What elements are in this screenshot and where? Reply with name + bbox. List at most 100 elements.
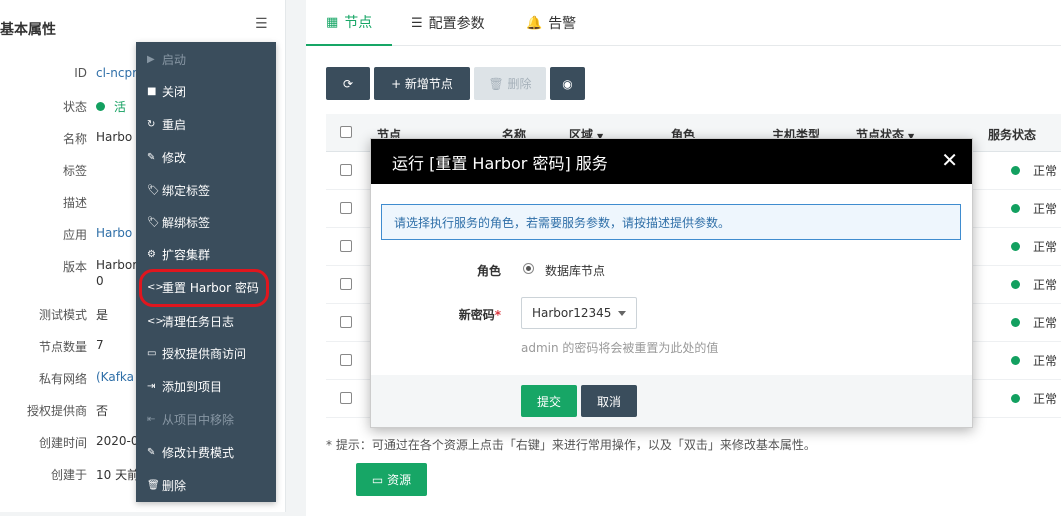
prop-label: 版本	[62, 260, 87, 274]
prop-label: 名称	[62, 132, 87, 146]
role-radio-label[interactable]: 数据库节点	[545, 262, 605, 279]
sign-out-icon: ⇤	[147, 413, 156, 425]
row-checkbox[interactable]	[340, 202, 352, 214]
service-status: 正常	[1011, 162, 1057, 179]
prop-row-status: 状态 活	[0, 98, 135, 118]
menu-item-add-to-project[interactable]: ⇥ 添加到项目	[136, 371, 276, 401]
delete-button[interactable]: 🗑 删除	[474, 67, 546, 100]
prop-value-created-time: 2020-0	[96, 434, 136, 448]
row-checkbox[interactable]	[340, 354, 352, 366]
eye-icon: ◉	[562, 76, 573, 91]
prop-label: 创建于	[50, 468, 87, 482]
select-all-checkbox[interactable]	[340, 126, 352, 138]
new-password-value: Harbor12345	[532, 306, 612, 320]
tab-bar: ▦ 节点 ☰ 配置参数 🔔 告警	[306, 0, 1061, 46]
hint-text: * 提示：可通过在各个资源上点击「右键」来进行常用操作，以及「双击」来修改基本属…	[326, 438, 816, 452]
prop-value-id[interactable]: cl-ncpr	[96, 66, 136, 80]
prop-label: 私有网络	[38, 372, 87, 386]
modal-footer: 提交 取消	[371, 375, 972, 427]
refresh-icon: ⟳	[342, 76, 354, 91]
prop-value-auth-provider: 否	[96, 404, 109, 418]
row-checkbox[interactable]	[340, 278, 352, 290]
tab-label: 节点	[344, 15, 373, 31]
submit-button[interactable]: 提交	[521, 385, 577, 417]
prop-value-version: Harbor	[96, 258, 136, 272]
tag-icon: 🏷	[147, 216, 160, 228]
menu-item-modify[interactable]: ✎ 修改	[136, 142, 276, 172]
menu-item-start[interactable]: ▶ 启动	[136, 44, 276, 74]
prop-label: 授权提供商	[26, 404, 87, 418]
stop-icon: ■	[147, 85, 157, 97]
bell-icon: 🔔	[526, 15, 543, 31]
status-dot-icon	[1011, 318, 1020, 327]
prop-value-vpc[interactable]: (Kafka	[96, 370, 136, 384]
resource-button[interactable]: ▭ 资源	[356, 463, 427, 496]
menu-item-stop[interactable]: ■ 关闭	[136, 76, 276, 106]
monitor-icon: ▭	[147, 347, 157, 359]
role-radio[interactable]	[523, 263, 534, 274]
eye-button[interactable]: ◉	[550, 67, 585, 100]
col-service-status: 服务状态	[988, 128, 1037, 142]
prop-row-name: 名称 Harbo	[0, 130, 135, 150]
row-checkbox[interactable]	[340, 316, 352, 328]
pencil-icon: ✎	[147, 446, 156, 458]
menu-item-delete[interactable]: 🗑 删除	[136, 470, 276, 500]
role-label: 角色	[476, 264, 501, 278]
sign-in-icon: ⇥	[147, 380, 156, 392]
menu-item-bind-tag[interactable]: 🏷 绑定标签	[136, 175, 276, 205]
menu-item-clear-task-logs[interactable]: <> 清理任务日志	[136, 306, 276, 336]
service-status: 正常	[1011, 390, 1057, 407]
prop-value-app[interactable]: Harbo	[96, 226, 136, 240]
menu-item-scale-cluster[interactable]: ⚙ 扩容集群	[136, 239, 276, 269]
modal-header: 运行 [重置 Harbor 密码] 服务 ✕	[371, 139, 972, 184]
row-checkbox[interactable]	[340, 164, 352, 176]
panel-title: 基本属性	[0, 22, 56, 38]
menu-item-unbind-tag[interactable]: 🏷 解绑标签	[136, 207, 276, 237]
prop-row-version: 版本 Harbor 0	[0, 258, 136, 292]
prop-label: 描述	[62, 196, 87, 210]
service-status: 正常	[1011, 276, 1057, 293]
menu-item-restart[interactable]: ↻ 重启	[136, 109, 276, 139]
menu-item-modify-billing[interactable]: ✎ 修改计费模式	[136, 437, 276, 467]
tab-config-params[interactable]: ☰ 配置参数	[411, 0, 485, 46]
prop-label: 应用	[62, 228, 87, 242]
prop-row-app: 应用 Harbo	[0, 226, 135, 246]
add-node-button[interactable]: + 新增节点	[374, 67, 470, 100]
code-icon: <>	[147, 315, 164, 327]
tab-nodes[interactable]: ▦ 节点	[306, 0, 393, 46]
chevron-down-icon	[618, 311, 626, 316]
cancel-button[interactable]: 取消	[581, 385, 637, 417]
prop-value-name: Harbo	[96, 130, 133, 144]
prop-row-description: 描述	[0, 194, 135, 214]
new-password-select[interactable]: Harbor12345	[521, 297, 637, 329]
prop-row-vpc: 私有网络 (Kafka	[0, 370, 135, 390]
prop-value-created-ago: 10 天前	[96, 468, 136, 482]
tab-alerts[interactable]: 🔔 告警	[526, 0, 576, 46]
row-checkbox[interactable]	[340, 240, 352, 252]
menu-item-remove-from-project[interactable]: ⇤ 从项目中移除	[136, 404, 276, 434]
menu-icon[interactable]: ☰	[255, 16, 268, 32]
info-banner: 请选择执行服务的角色，若需要服务参数，请按描述提供参数。	[381, 204, 961, 240]
prop-value-status: 活	[96, 98, 136, 115]
tab-label: 配置参数	[428, 16, 485, 32]
pencil-icon: ✎	[147, 151, 156, 163]
modal-title: 运行 [重置 Harbor 密码] 服务	[392, 153, 608, 173]
code-icon: <>	[147, 281, 164, 293]
menu-item-reset-harbor-password[interactable]: <> 重置 Harbor 密码	[136, 272, 276, 302]
prop-label: 标签	[62, 164, 87, 178]
service-status: 正常	[1011, 238, 1057, 255]
service-status: 正常	[1011, 314, 1057, 331]
prop-value-test-mode: 是	[96, 308, 109, 322]
row-checkbox[interactable]	[340, 392, 352, 404]
prop-value-version-line2: 0	[96, 274, 104, 288]
gear-icon: ⚙	[147, 248, 156, 260]
run-service-modal: 运行 [重置 Harbor 密码] 服务 ✕ 请选择执行服务的角色，若需要服务参…	[370, 138, 973, 428]
menu-item-grant-provider-access[interactable]: ▭ 授权提供商访问	[136, 338, 276, 368]
context-menu: ▶ 启动 ■ 关闭 ↻ 重启 ✎ 修改 🏷 绑定标签 🏷 解绑标签 ⚙ 扩容集群 <> 重置 H…	[136, 42, 276, 502]
status-dot-icon	[1011, 204, 1020, 213]
status-dot-icon	[1011, 356, 1020, 365]
refresh-button[interactable]: ⟳	[326, 67, 370, 100]
close-icon[interactable]: ✕	[941, 150, 958, 170]
prop-row-test-mode: 测试模式 是	[0, 306, 135, 326]
restart-icon: ↻	[147, 118, 156, 130]
